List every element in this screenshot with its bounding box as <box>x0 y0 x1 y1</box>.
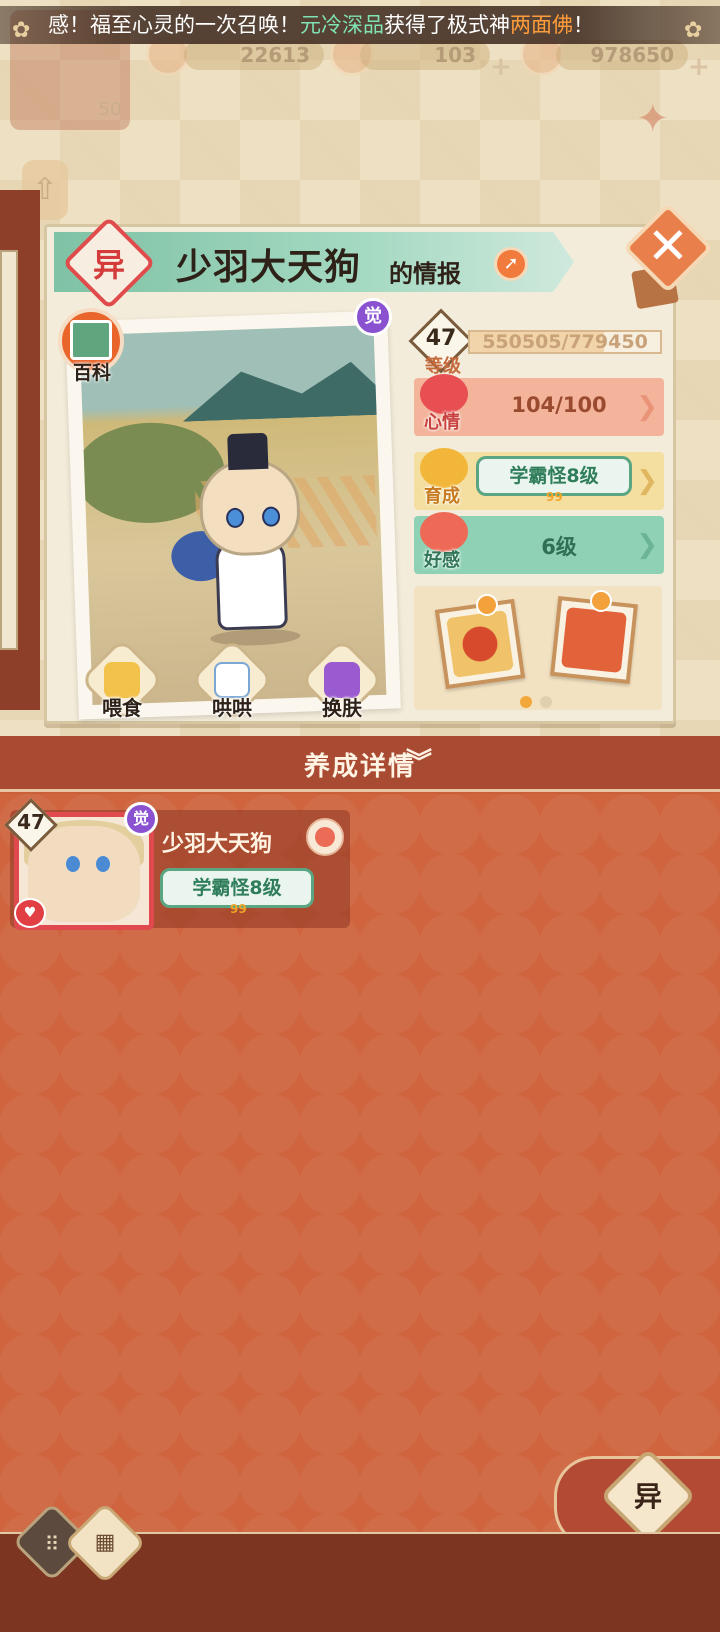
page-dot-active[interactable] <box>520 696 532 708</box>
flower-core <box>315 827 335 847</box>
feed-label: 喂食 <box>102 696 142 720</box>
broadcast-suffix: ！ <box>573 13 594 37</box>
skin-label: 换肤 <box>322 696 362 720</box>
book-page-edge <box>0 250 18 650</box>
chevron-right-icon: ❯ <box>636 530 658 560</box>
broadcast-player: 元冷深品 <box>300 13 384 37</box>
broadcast-banner: ✿ 感！福至心灵的一次召唤！元冷深品获得了极式神两面佛！ ✿ <box>0 6 720 44</box>
compass-icon[interactable]: ➚ <box>494 247 528 281</box>
jade-counter: 22613 <box>184 40 324 70</box>
affection-value: 6级 <box>541 535 577 559</box>
chevron-right-icon: ❯ <box>636 392 658 422</box>
broadcast-prefix: 感！福至心灵的一次召唤！ <box>48 13 300 37</box>
broadcast-middle: 获得了极式神 <box>384 13 510 37</box>
growth-label: 育成 <box>424 486 460 507</box>
flower-icon: ✿ <box>12 18 31 43</box>
broadcast-shikigami: 两面佛 <box>510 13 573 37</box>
grid-icon[interactable]: ⠿ <box>34 1526 70 1562</box>
coax-button[interactable]: 哄哄 <box>189 637 275 723</box>
add-stamina-icon[interactable]: + <box>490 52 512 82</box>
coax-label: 哄哄 <box>212 696 252 720</box>
card-awaken-badge: 觉 <box>124 802 158 836</box>
coin-counter: 978650 <box>556 40 688 70</box>
rarity-filter-label[interactable]: 异 <box>610 1475 686 1515</box>
section-title[interactable]: 养成详情 <box>0 746 720 783</box>
flower-icon: ✿ <box>684 18 703 43</box>
rarity-badge-text: 异 <box>92 246 125 284</box>
card-eye <box>96 856 110 872</box>
encyclopedia-button[interactable]: 百科 <box>52 304 132 384</box>
encyclopedia-icon <box>70 320 112 360</box>
stamina-counter: 103 <box>360 40 490 70</box>
hotpot-icon <box>446 610 514 678</box>
awaken-badge: 觉 <box>354 298 392 336</box>
double-chevron-down-icon[interactable]: ︾ <box>406 742 432 779</box>
character-head <box>198 457 302 558</box>
card-name: 少羽大天狗 <box>162 832 273 857</box>
rarity-badge: 异 <box>62 216 156 310</box>
photo-gallery[interactable] <box>414 586 662 710</box>
character-hat <box>227 432 269 471</box>
daruma-icon <box>561 607 627 673</box>
page-dot[interactable] <box>540 696 552 708</box>
card-tag-dots: 99 <box>230 902 247 916</box>
encyclopedia-label: 百科 <box>72 362 111 384</box>
mood-row[interactable]: 心情 104/100 ❯ <box>414 374 664 436</box>
affection-flower-icon[interactable] <box>306 818 344 856</box>
pin-icon <box>476 594 498 616</box>
chevron-right-icon: ❯ <box>636 466 658 496</box>
level-value: 47 <box>425 326 457 351</box>
growth-tag-dots: 99 <box>546 490 563 504</box>
title-suffix: 的情报 <box>389 260 461 288</box>
mountain-bg <box>181 355 383 422</box>
heart-icon: ♥ <box>14 898 46 928</box>
character-shadow <box>210 627 301 647</box>
close-icon[interactable]: ✕ <box>636 214 700 278</box>
shikigami-name: 少羽大天狗 <box>176 247 362 288</box>
player-level: 50 <box>98 99 122 120</box>
affection-label: 好感 <box>424 550 460 571</box>
list-icon[interactable]: ▦ <box>86 1528 124 1558</box>
card-eye <box>66 856 80 872</box>
mood-label: 心情 <box>424 412 460 433</box>
affection-row[interactable]: 好感 6级 ❯ <box>414 512 664 574</box>
exp-bar: 550505/779450 <box>468 330 662 354</box>
feed-button[interactable]: 喂食 <box>79 637 165 723</box>
koinobori-fish-icon[interactable]: ✦ <box>636 96 680 166</box>
mood-value: 104/100 <box>511 393 607 417</box>
exp-text: 550505/779450 <box>482 331 648 353</box>
add-coin-icon[interactable]: + <box>688 52 710 82</box>
card-level: 47 <box>17 810 45 834</box>
pin-icon <box>590 590 612 612</box>
skin-button[interactable]: 换肤 <box>299 637 385 723</box>
